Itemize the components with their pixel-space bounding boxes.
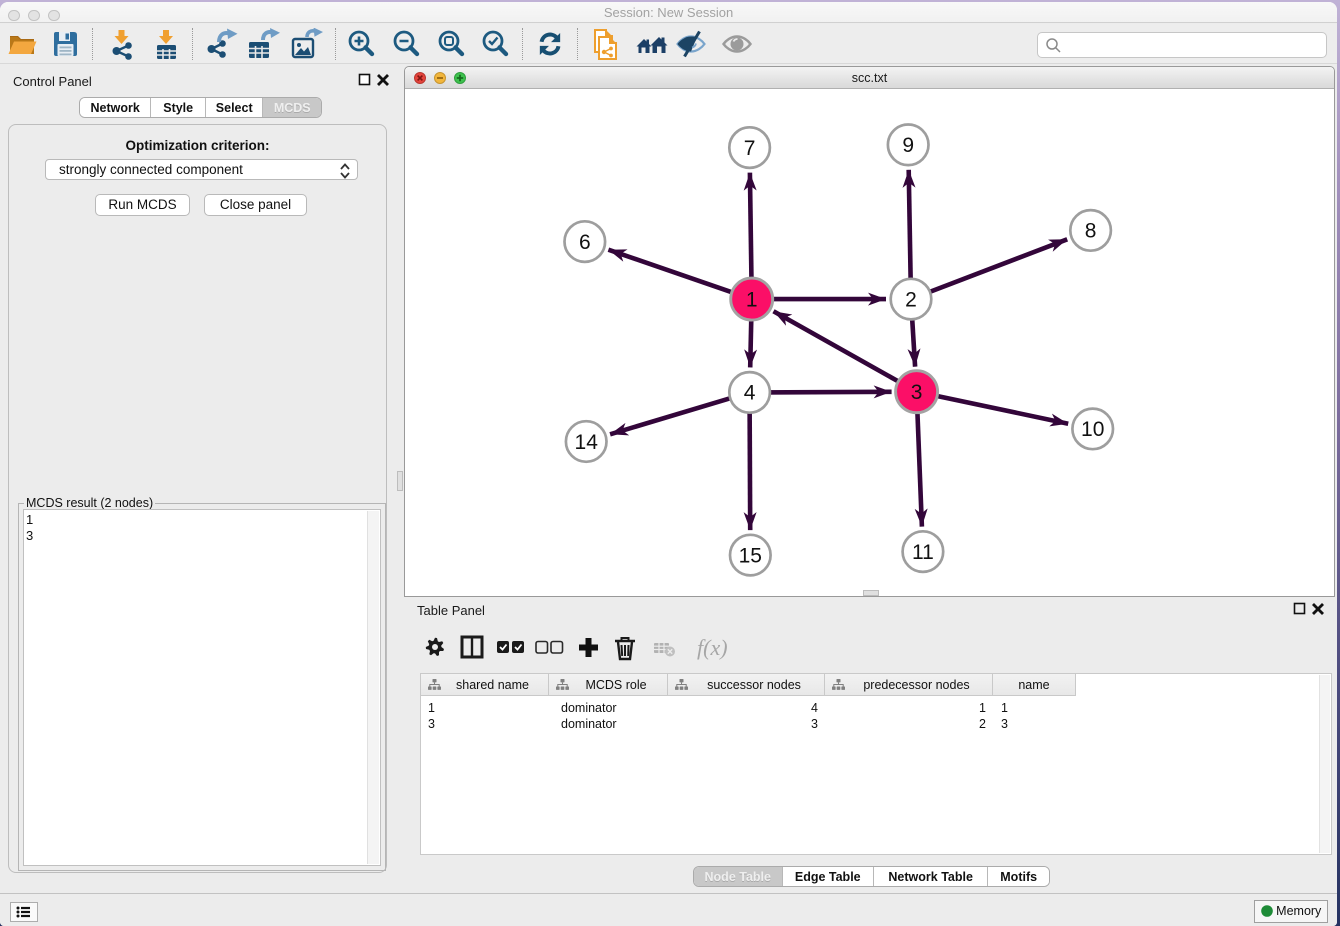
svg-text:9: 9 bbox=[902, 134, 914, 157]
svg-text:10: 10 bbox=[1081, 418, 1104, 441]
svg-text:3: 3 bbox=[911, 381, 923, 404]
svg-text:7: 7 bbox=[744, 137, 756, 160]
svg-text:11: 11 bbox=[912, 541, 934, 564]
svg-text:1: 1 bbox=[746, 288, 758, 311]
svg-text:4: 4 bbox=[744, 382, 756, 405]
svg-text:15: 15 bbox=[739, 544, 762, 567]
svg-text:14: 14 bbox=[575, 431, 599, 454]
svg-text:6: 6 bbox=[579, 231, 591, 254]
svg-text:8: 8 bbox=[1085, 220, 1097, 243]
svg-text:f(x): f(x) bbox=[697, 635, 728, 660]
svg-text:2: 2 bbox=[905, 288, 917, 311]
